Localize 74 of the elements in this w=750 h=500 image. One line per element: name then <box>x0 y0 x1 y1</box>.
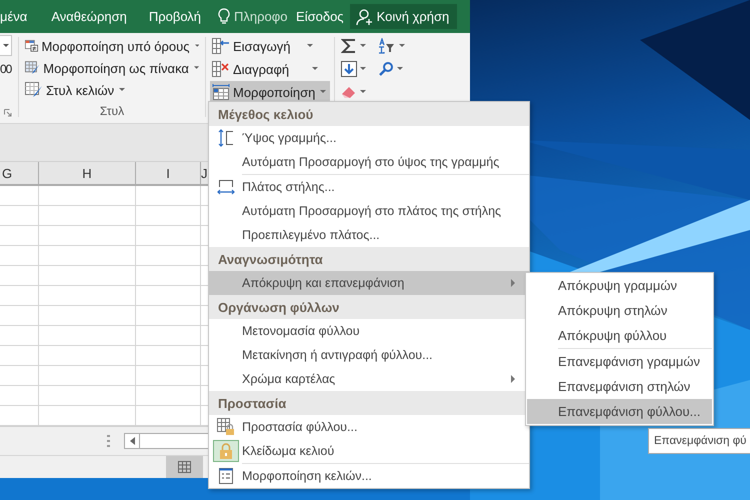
menu-item[interactable]: Προεπιλεγμένο πλάτος... <box>209 223 529 247</box>
grid-icon <box>178 461 191 473</box>
ribbon-button[interactable]: Διαγραφή <box>210 58 330 80</box>
menu-item[interactable]: Ύψος γραμμής... <box>209 126 529 150</box>
cell-styles-icon <box>25 82 43 98</box>
menu-item[interactable]: Αυτόματη Προσαρμογή στο πλάτος της στήλης <box>209 199 529 223</box>
ribbon-button[interactable]: Εισαγωγή <box>210 35 330 57</box>
caret-icon <box>360 90 366 94</box>
submenu-item[interactable]: Απόκρυψη στηλών <box>527 298 712 323</box>
submenu-item[interactable]: Επανεμφάνιση φύλλου... <box>527 399 712 424</box>
column-width-icon <box>217 179 235 195</box>
ribbon-tab[interactable]: Αναθεώρηση <box>51 0 149 33</box>
menu-item[interactable]: Μορφοποίηση κελιών... <box>209 464 529 488</box>
caret-icon <box>360 67 366 71</box>
menu-item[interactable]: Προστασία φύλλου... <box>209 415 529 439</box>
table-brush-icon <box>25 60 40 76</box>
caret-icon <box>312 67 318 71</box>
dropdown-field[interactable] <box>0 35 12 56</box>
eraser-icon <box>341 85 357 99</box>
search-icon <box>378 61 394 77</box>
padlock-icon <box>219 443 233 459</box>
caret-icon <box>360 44 366 48</box>
sigma-icon <box>341 38 357 54</box>
row-height-icon <box>218 129 234 147</box>
format-value: 00 <box>0 62 13 76</box>
caret-icon <box>397 67 403 71</box>
insert-cells-icon <box>212 38 230 54</box>
ribbon-button[interactable]: Μορφοποίηση <box>210 81 330 103</box>
dialog-launcher-icon[interactable] <box>4 108 12 117</box>
sort-filter-icon <box>378 38 396 54</box>
menu-item[interactable]: Χρώμα καρτέλας <box>209 367 529 391</box>
caret-icon <box>307 44 314 48</box>
menu-section-header: Μέγεθος κελιού <box>209 102 529 126</box>
caret-icon <box>320 90 326 94</box>
tell-me-field[interactable]: Πληροφο <box>234 9 296 24</box>
submenu-item[interactable]: Απόκρυψη φύλλου <box>527 323 712 348</box>
ribbon-tab[interactable]: μένα <box>0 0 52 33</box>
caret-icon <box>399 44 405 48</box>
sheet-lock-icon <box>217 418 235 436</box>
caret-icon <box>119 88 126 92</box>
menu-item[interactable]: Αυτόματη Προσαρμογή στο ύψος της γραμμής <box>209 150 529 174</box>
person-add-icon <box>356 8 374 26</box>
share-button[interactable]: Κοινή χρήση <box>350 4 458 29</box>
sign-in-link[interactable]: Είσοδος <box>296 0 350 33</box>
resize-handle-icon[interactable] <box>107 435 110 448</box>
ribbon-button[interactable]: Μορφοποίηση ως πίνακα <box>23 57 201 79</box>
caret-icon <box>194 66 199 70</box>
delete-cells-icon <box>212 61 230 77</box>
menu-item[interactable]: Μετακίνηση ή αντιγραφή φύλλου... <box>209 343 529 367</box>
lightbulb-icon <box>218 8 230 25</box>
tooltip: Επανεμφάνιση φύ <box>648 428 750 454</box>
fill-down-icon <box>341 61 357 77</box>
caret-icon <box>194 44 199 48</box>
submenu-item[interactable]: Επανεμφάνιση στηλών <box>527 374 712 399</box>
normal-view-button[interactable] <box>166 456 203 478</box>
column-header[interactable]: G <box>0 162 39 184</box>
menu-item[interactable]: Απόκρυψη και επανεμφάνιση <box>209 271 529 295</box>
ribbon-button[interactable]: Μορφοποίηση υπό όρους <box>23 35 201 57</box>
submenu-item[interactable]: Απόκρυψη γραμμών <box>527 273 712 298</box>
caret-icon <box>2 44 8 48</box>
column-header[interactable]: I <box>136 162 201 184</box>
format-cells-dialog-icon <box>219 468 233 484</box>
fill-button[interactable] <box>339 58 368 80</box>
submenu-item[interactable]: Επανεμφάνιση γραμμών <box>527 349 712 374</box>
menu-item[interactable]: Μετονομασία φύλλου <box>209 319 529 343</box>
column-header[interactable]: H <box>39 162 136 184</box>
left-triangle-icon <box>130 437 134 446</box>
group-label: Στυλ <box>100 104 124 118</box>
ribbon-button[interactable]: Στυλ κελιών <box>23 79 201 101</box>
ribbon-tab[interactable]: Προβολή <box>148 0 214 33</box>
menu-section-header: Αναγνωσιμότητα <box>209 247 529 271</box>
conditional-format-icon <box>25 38 38 54</box>
menu-item[interactable]: Πλάτος στήλης... <box>209 175 529 199</box>
menu-item[interactable]: Κλείδωμα κελιού <box>209 439 529 463</box>
